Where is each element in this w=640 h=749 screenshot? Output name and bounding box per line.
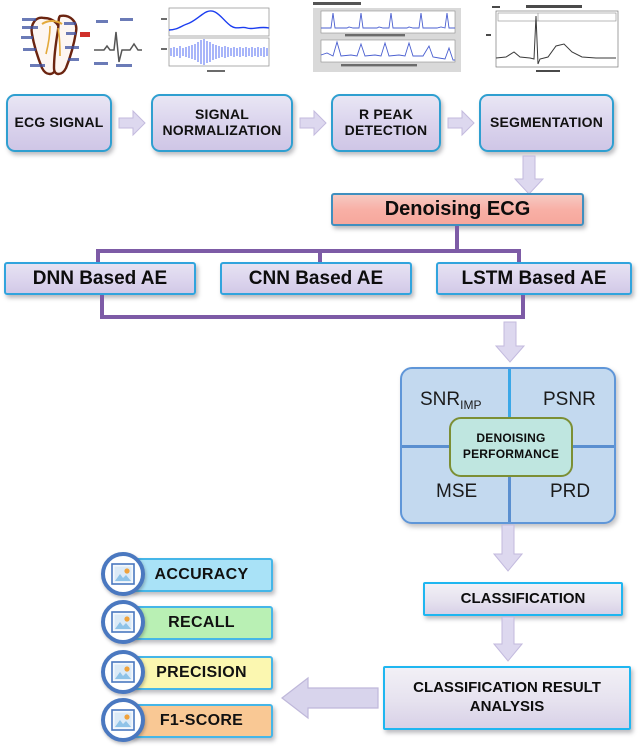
ae-label: DNN Based AE [32, 267, 168, 289]
process-box-signal-normalization[interactable]: SIGNAL NORMALIZATION [151, 94, 293, 152]
metric-pill-precision[interactable]: PRECISION [130, 656, 273, 690]
metric-label: RECALL [168, 614, 235, 631]
process-label-line1: SIGNAL [194, 106, 250, 123]
denoising-performance-panel: SNRIMP PSNR MSE PRD DENOISING PERFORMANC… [400, 367, 616, 524]
ae-label: LSTM Based AE [461, 267, 607, 289]
metric-label: PRECISION [156, 664, 247, 681]
result-analysis-line2: ANALYSIS [469, 698, 545, 715]
center-label-line1: DENOISING [476, 431, 546, 446]
arrow-down-to-classification [492, 524, 524, 572]
center-label-line2: PERFORMANCE [462, 447, 560, 461]
denoising-ecg-box[interactable]: Denoising ECG [331, 193, 584, 226]
denoising-ecg-label: Denoising ECG [384, 198, 531, 220]
metric-pill-recall[interactable]: RECALL [130, 606, 273, 640]
image-icon-f1-score [101, 698, 145, 742]
connector-top-bus [96, 249, 521, 253]
heart-anatomy-ecg-thumbnail [8, 2, 144, 82]
process-box-ecg-signal[interactable]: ECG SIGNAL [6, 94, 112, 152]
classification-box[interactable]: CLASSIFICATION [423, 582, 623, 616]
classification-result-analysis-box[interactable]: CLASSIFICATION RESULT ANALYSIS [383, 666, 631, 730]
metric-label-psnr: PSNR [543, 389, 596, 410]
metric-label-snr-imp: SNRIMP [420, 389, 482, 412]
arrow-right-1 [118, 108, 146, 138]
ae-box-dnn[interactable]: DNN Based AE [4, 262, 196, 295]
process-box-r-peak-detection[interactable]: R PEAK DETECTION [331, 94, 441, 152]
connector-branch-dnn [96, 249, 100, 263]
image-icon-accuracy [101, 552, 145, 596]
arrow-down-to-performance [494, 321, 526, 363]
process-box-segmentation[interactable]: SEGMENTATION [479, 94, 614, 152]
connector-branch-lstm [517, 249, 521, 263]
image-icon-recall [101, 600, 145, 644]
process-label-line2: DETECTION [344, 122, 428, 138]
metric-label-mse: MSE [436, 481, 478, 502]
process-label: ECG SIGNAL [14, 114, 104, 131]
arrow-left-to-metrics [281, 674, 379, 722]
arrow-right-2 [299, 108, 327, 138]
noisy-ecg-signal-thumbnail [155, 4, 275, 78]
ae-label: CNN Based AE [248, 267, 384, 289]
arrow-down-to-denoising [513, 155, 545, 195]
result-analysis-line1: CLASSIFICATION RESULT [413, 679, 601, 697]
denoising-performance-center-box: DENOISING PERFORMANCE [449, 417, 573, 477]
arrow-right-3 [447, 108, 475, 138]
metric-label: F1-SCORE [159, 712, 244, 729]
process-label-line2: NORMALIZATION [162, 122, 282, 138]
ae-box-cnn[interactable]: CNN Based AE [220, 262, 412, 295]
metric-label: ACCURACY [154, 566, 249, 583]
connector-bottom-bus [100, 315, 525, 319]
flowchart-canvas: ECG SIGNAL SIGNAL NORMALIZATION R PEAK D… [0, 0, 640, 749]
classification-label: CLASSIFICATION [460, 589, 586, 607]
connector-lstm-down [521, 295, 525, 319]
image-icon-precision [101, 650, 145, 694]
metric-label-prd: PRD [550, 481, 591, 502]
r-peak-detection-thumbnail [307, 0, 465, 80]
process-label-line1: R PEAK [358, 106, 414, 123]
arrow-down-to-result-analysis [492, 616, 524, 662]
ae-box-lstm[interactable]: LSTM Based AE [436, 262, 632, 295]
metric-pill-accuracy[interactable]: ACCURACY [130, 558, 273, 592]
process-label: SEGMENTATION [489, 114, 604, 131]
metric-pill-f1-score[interactable]: F1-SCORE [130, 704, 273, 738]
segmented-beat-thumbnail [478, 2, 633, 80]
connector-branch-cnn [318, 249, 322, 263]
